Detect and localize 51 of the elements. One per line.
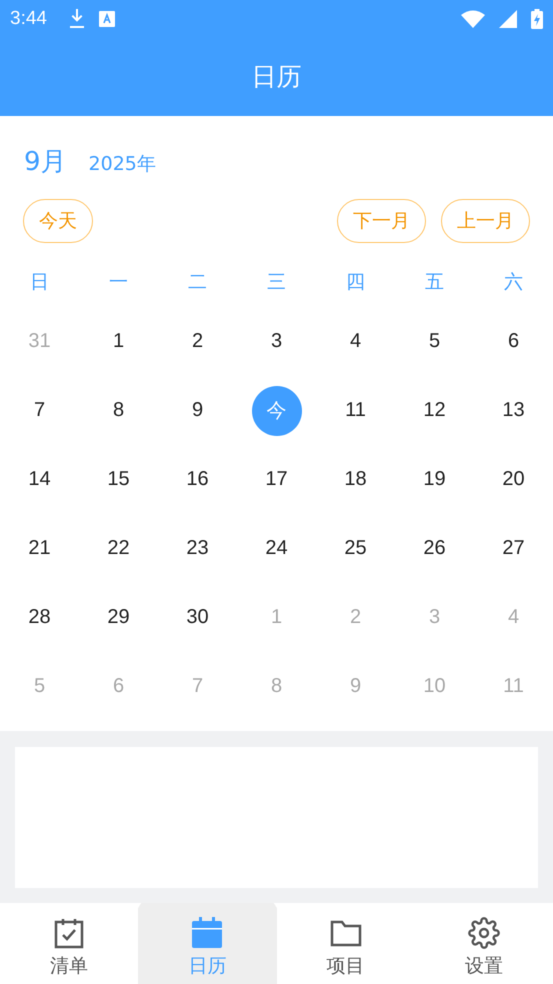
calendar-day[interactable]: 23 bbox=[172, 524, 222, 574]
calendar-day[interactable]: 6 bbox=[488, 316, 538, 367]
nav-tab[interactable]: 项目 bbox=[276, 902, 415, 984]
app-title: 日历 bbox=[252, 61, 302, 94]
weekday-label: 五 bbox=[424, 270, 445, 296]
calendar-day[interactable]: 17 bbox=[252, 454, 302, 505]
calendar-day[interactable]: 2 bbox=[172, 316, 222, 367]
weekday-label: 二 bbox=[187, 270, 208, 296]
calendar-day[interactable]: 9 bbox=[172, 386, 222, 436]
nav-tab[interactable]: 设置 bbox=[414, 902, 553, 984]
calendar-day[interactable]: 8 bbox=[94, 386, 144, 436]
weekday-label: 一 bbox=[108, 270, 129, 296]
keyboard-a-icon bbox=[98, 10, 115, 26]
calendar-day[interactable]: 4 bbox=[330, 316, 380, 367]
calendar-check-icon bbox=[53, 916, 86, 949]
nav-tab[interactable]: 清单 bbox=[0, 902, 138, 984]
calendar-day[interactable]: 5 bbox=[410, 316, 460, 367]
calendar-day[interactable]: 19 bbox=[410, 454, 460, 505]
calendar-day[interactable]: 30 bbox=[172, 592, 222, 643]
calendar-day[interactable]: 3 bbox=[252, 316, 302, 367]
calendar-day[interactable]: 21 bbox=[14, 524, 64, 574]
calendar-day[interactable]: 29 bbox=[94, 592, 144, 643]
month-label: 9月 bbox=[24, 146, 67, 180]
calendar-day[interactable]: 15 bbox=[94, 454, 144, 505]
calendar-day[interactable]: 28 bbox=[14, 592, 64, 643]
calendar-day[interactable]: 18 bbox=[330, 454, 380, 505]
calendar-day[interactable]: 11 bbox=[330, 386, 380, 436]
weekday-label: 四 bbox=[345, 270, 366, 296]
battery-charging-icon bbox=[531, 8, 543, 28]
calendar-day[interactable]: 22 bbox=[94, 524, 144, 574]
status-time: 3:44 bbox=[10, 8, 47, 30]
weekday-label: 三 bbox=[266, 270, 287, 296]
settings-icon bbox=[468, 916, 500, 949]
calendar-day[interactable]: 26 bbox=[410, 524, 460, 574]
calendar-day[interactable]: 1 bbox=[94, 316, 144, 367]
download-icon bbox=[68, 8, 85, 28]
calendar-day[interactable]: 16 bbox=[172, 454, 222, 505]
calendar-day[interactable]: 14 bbox=[14, 454, 64, 505]
weekday-label: 六 bbox=[503, 270, 524, 296]
weekday-label: 日 bbox=[29, 270, 50, 296]
calendar-day[interactable]: 20 bbox=[488, 454, 538, 505]
calendar-day[interactable]: 7 bbox=[14, 386, 64, 436]
calendar-day[interactable]: 25 bbox=[330, 524, 380, 574]
calendar-day[interactable]: 12 bbox=[410, 386, 460, 436]
year-label: 2025年 bbox=[88, 152, 156, 178]
calendar-day[interactable]: 13 bbox=[488, 386, 538, 436]
signal-icon bbox=[499, 10, 517, 28]
wifi-icon bbox=[461, 10, 485, 28]
calendar-icon bbox=[191, 916, 224, 949]
calendar-day[interactable]: 24 bbox=[252, 524, 302, 574]
calendar-day[interactable]: 27 bbox=[488, 524, 538, 574]
